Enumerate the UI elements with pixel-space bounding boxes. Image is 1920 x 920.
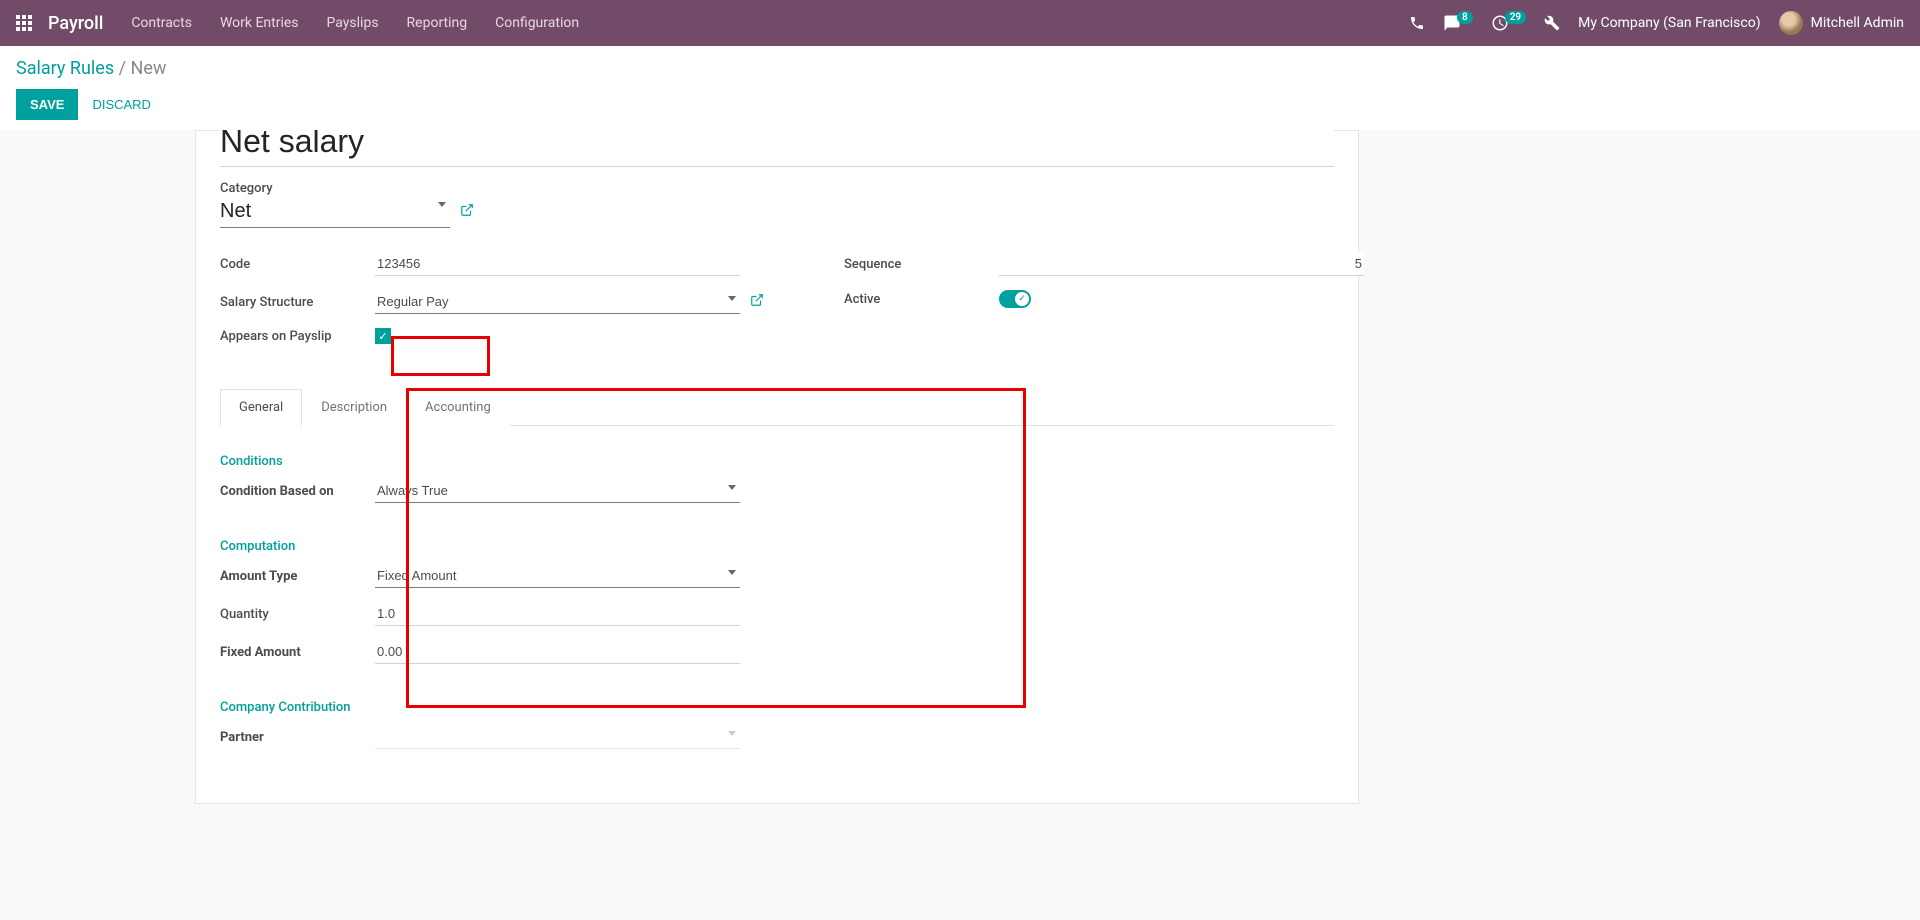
phone-icon[interactable]: [1409, 15, 1425, 31]
breadcrumb-sep: /: [119, 58, 126, 79]
nav-reporting[interactable]: Reporting: [407, 15, 468, 31]
fixed-amount-input[interactable]: [375, 640, 740, 664]
appears-checkbox[interactable]: ✓: [375, 328, 391, 344]
tab-general[interactable]: General: [220, 389, 302, 426]
appears-label: Appears on Payslip: [220, 329, 375, 344]
external-link-icon[interactable]: [460, 203, 474, 221]
nav-work-entries[interactable]: Work Entries: [220, 15, 299, 31]
control-panel: Salary Rules / New SAVE DISCARD: [0, 46, 1920, 133]
apps-icon[interactable]: [16, 15, 32, 31]
nav-payslips[interactable]: Payslips: [327, 15, 379, 31]
tab-description[interactable]: Description: [302, 389, 406, 426]
nav-configuration[interactable]: Configuration: [495, 15, 579, 31]
active-toggle[interactable]: [999, 290, 1031, 308]
tab-bar: General Description Accounting: [220, 388, 1334, 426]
messages-icon[interactable]: 8: [1443, 14, 1473, 32]
structure-label: Salary Structure: [220, 295, 375, 310]
active-label: Active: [844, 292, 999, 307]
discard-button[interactable]: DISCARD: [92, 97, 151, 112]
tab-general-content: Conditions Condition Based on Computatio…: [220, 426, 1334, 749]
computation-section-title: Computation: [220, 539, 1334, 554]
quantity-label: Quantity: [220, 607, 375, 622]
breadcrumb-root[interactable]: Salary Rules: [16, 58, 114, 79]
save-button[interactable]: SAVE: [16, 89, 78, 120]
external-link-icon[interactable]: [750, 293, 764, 311]
amount-type-label: Amount Type: [220, 569, 375, 584]
category-label: Category: [220, 181, 1334, 196]
structure-select[interactable]: [375, 290, 740, 314]
user-name: Mitchell Admin: [1811, 15, 1904, 31]
quantity-input[interactable]: [375, 602, 740, 626]
app-brand[interactable]: Payroll: [48, 13, 103, 34]
activities-badge: 29: [1505, 11, 1526, 24]
company-selector[interactable]: My Company (San Francisco): [1578, 15, 1760, 31]
avatar: [1779, 11, 1803, 35]
main-nav: Contracts Work Entries Payslips Reportin…: [131, 15, 579, 31]
amount-type-select[interactable]: [375, 564, 740, 588]
messages-badge: 8: [1457, 11, 1473, 24]
category-select[interactable]: [220, 196, 450, 228]
debug-icon[interactable]: [1544, 15, 1560, 31]
company-contribution-section-title: Company Contribution: [220, 700, 1334, 715]
nav-contracts[interactable]: Contracts: [131, 15, 192, 31]
user-menu[interactable]: Mitchell Admin: [1779, 11, 1904, 35]
form-scroll-area[interactable]: Category Code Salary Structure Appears o…: [0, 130, 1920, 920]
top-nav-bar: Payroll Contracts Work Entries Payslips …: [0, 0, 1920, 46]
code-input[interactable]: [375, 252, 740, 276]
form-sheet: Category Code Salary Structure Appears o…: [195, 130, 1359, 804]
activities-icon[interactable]: 29: [1491, 14, 1526, 32]
condition-based-select[interactable]: [375, 479, 740, 503]
fixed-amount-label: Fixed Amount: [220, 645, 375, 660]
rule-name-input[interactable]: [220, 130, 1334, 167]
partner-select[interactable]: [375, 725, 740, 749]
sequence-label: Sequence: [844, 257, 999, 272]
partner-label: Partner: [220, 730, 375, 745]
breadcrumb: Salary Rules / New: [16, 58, 1904, 79]
code-label: Code: [220, 257, 375, 272]
tab-accounting[interactable]: Accounting: [406, 389, 510, 426]
breadcrumb-current: New: [131, 58, 167, 79]
conditions-section-title: Conditions: [220, 454, 1334, 469]
sequence-input[interactable]: [999, 252, 1364, 276]
condition-based-label: Condition Based on: [220, 484, 375, 499]
